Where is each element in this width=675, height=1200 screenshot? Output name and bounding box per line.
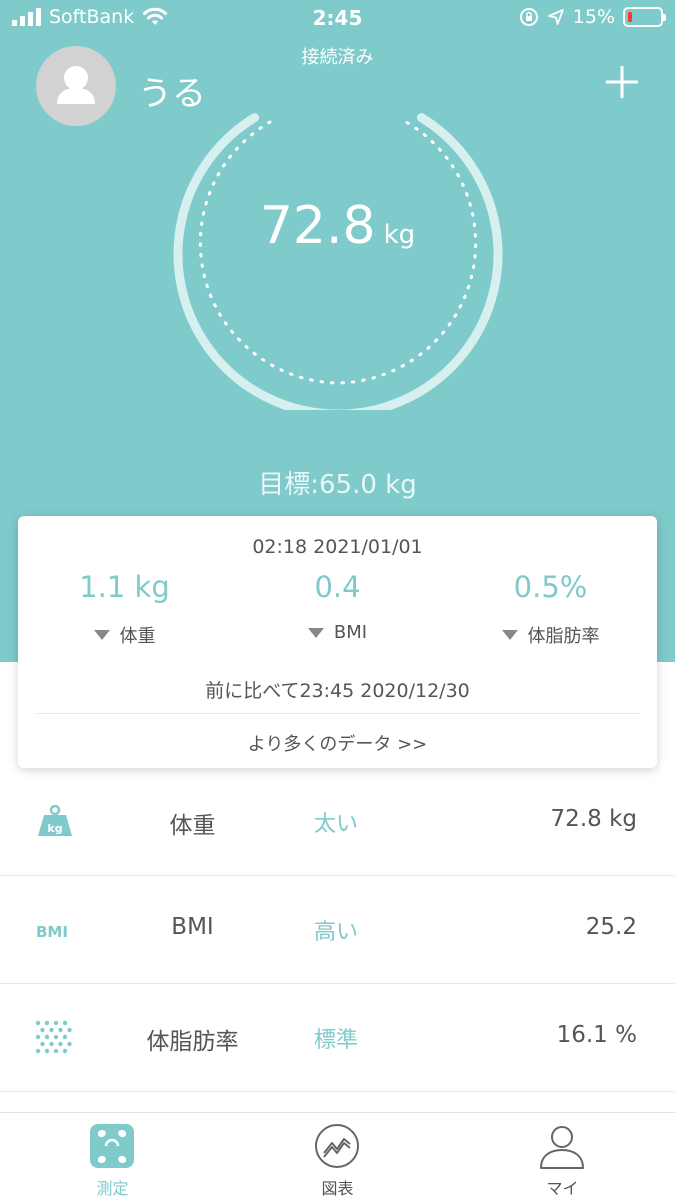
bmi-change-label: BMI — [333, 622, 368, 643]
measurement-value: 72.8 kg — [550, 806, 637, 832]
down-triangle-icon — [93, 630, 110, 640]
tab-my[interactable]: マイ — [450, 1113, 675, 1200]
tab-label: 図表 — [321, 1179, 354, 1198]
measurement-status: 太い — [314, 812, 359, 837]
body-fat-change-value: 0.5% — [513, 570, 588, 604]
svg-text:kg: kg — [47, 822, 62, 835]
tab-label: マイ — [546, 1179, 579, 1198]
rotation-lock-icon — [519, 8, 538, 26]
weight-value: 72.8 — [259, 196, 376, 256]
avatar[interactable] — [36, 46, 116, 126]
bmi-change: 0.4 BMI — [231, 570, 444, 643]
tab-label: 測定 — [96, 1179, 129, 1198]
tab-measure[interactable]: 測定 — [0, 1113, 225, 1200]
bmi-change-value: 0.4 — [314, 570, 361, 604]
location-arrow-icon — [547, 9, 564, 25]
list-item-weight[interactable]: kg 体重 太い 72.8 kg — [0, 768, 675, 876]
add-icon[interactable] — [600, 60, 644, 104]
body-fat-change-label: 体脂肪率 — [527, 626, 600, 647]
body-fat-change: 0.5% 体脂肪率 — [444, 570, 657, 648]
measurement-status: 高い — [314, 920, 359, 945]
list-item-body-fat[interactable]: 体脂肪率 標準 16.1 % — [0, 984, 675, 1092]
more-data-link[interactable]: より多くのデータ >> — [18, 730, 657, 756]
measurement-datetime: 02:18 2021/01/01 — [252, 536, 423, 558]
measurement-name: 体重 — [169, 813, 216, 839]
battery-percent: 15% — [572, 6, 615, 28]
measurement-name: BMI — [171, 914, 214, 940]
measurement-name: 体脂肪率 — [146, 1029, 239, 1055]
weight-kg-icon: kg — [38, 804, 72, 836]
bmi-icon: BMI — [36, 923, 68, 941]
down-triangle-icon — [501, 630, 518, 640]
person-icon — [540, 1126, 584, 1169]
down-triangle-icon — [307, 627, 324, 638]
weight-change-label: 体重 — [119, 626, 156, 647]
chart-icon — [315, 1124, 359, 1168]
measurement-value: 16.1 % — [556, 1022, 637, 1048]
divider — [36, 713, 639, 714]
tab-chart[interactable]: 図表 — [225, 1113, 450, 1200]
measurement-status: 標準 — [314, 1028, 359, 1053]
battery-icon — [623, 7, 666, 27]
weight-change-value: 1.1 kg — [79, 570, 170, 604]
current-weight: 72.8 kg — [0, 196, 675, 256]
user-placeholder-icon — [57, 66, 95, 104]
scale-icon — [90, 1124, 134, 1168]
body-fat-icon — [35, 1020, 72, 1054]
measurement-value: 25.2 — [585, 914, 637, 940]
list-item-bmi[interactable]: BMI BMI 高い 25.2 — [0, 876, 675, 984]
svg-text:BMI: BMI — [36, 923, 68, 941]
weight-change: 1.1 kg 体重 — [18, 570, 231, 648]
goal-weight[interactable]: 目標:65.0 kg — [0, 464, 675, 501]
weight-unit: kg — [383, 220, 416, 250]
summary-card: 02:18 2021/01/01 1.1 kg 体重 0.4 BMI 0.5% … — [18, 516, 657, 768]
tab-bar: 測定 図表 マイ — [0, 1112, 675, 1200]
comparison-text: 前に比べて23:45 2020/12/30 — [205, 680, 470, 702]
status-bar: SoftBank 2:45 15% — [0, 0, 675, 40]
